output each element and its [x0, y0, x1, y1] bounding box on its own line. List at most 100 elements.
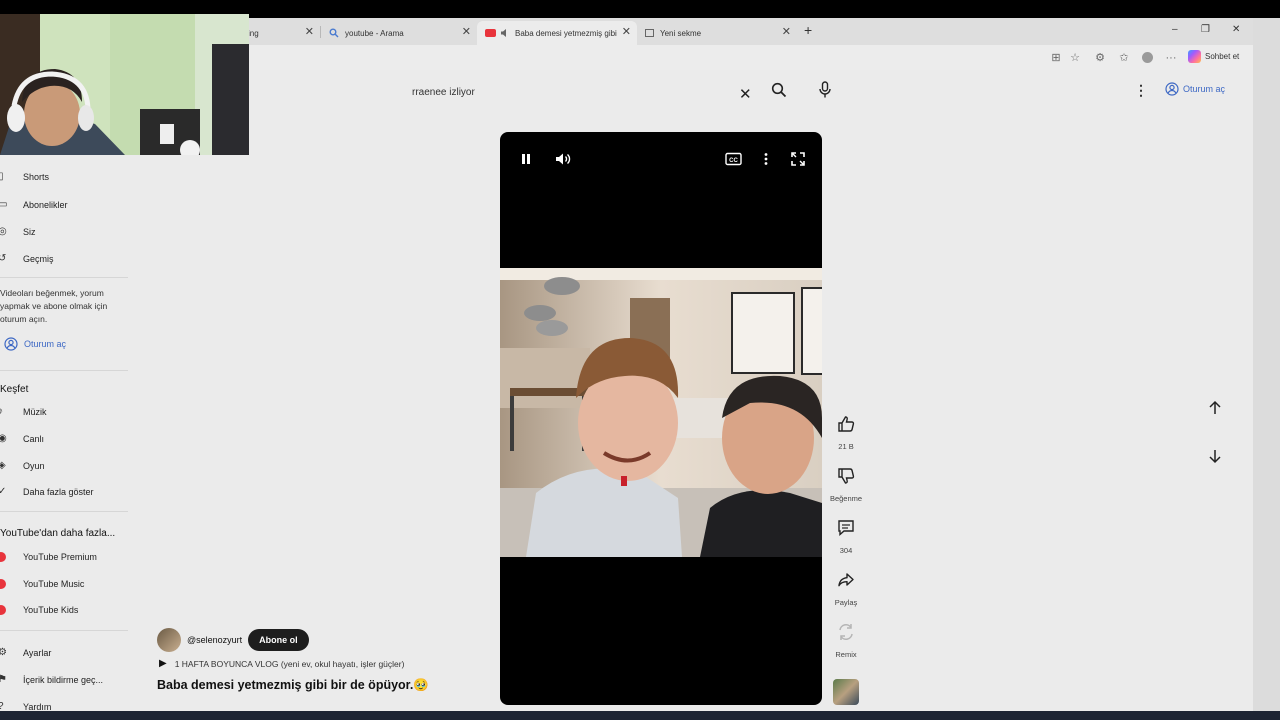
channel-name[interactable]: @selenozyurt — [187, 635, 242, 645]
sidebar-item-label: Oyun — [23, 461, 45, 471]
restore-button[interactable]: ❐ — [1201, 24, 1210, 35]
close-icon[interactable]: ✕ — [622, 26, 631, 38]
copilot-label: Sohbet et — [1205, 52, 1240, 61]
signin-button-top[interactable]: Oturum aç — [1165, 82, 1225, 96]
account-icon — [4, 337, 18, 351]
extension-icon[interactable]: ⚙ — [1093, 51, 1107, 65]
remix-button[interactable]: Remix — [826, 622, 866, 659]
sidebar-item-label: YouTube Music — [23, 579, 85, 589]
playlist-link[interactable]: ▶ 1 HAFTA BOYUNCA VLOG (yeni ev, okul ha… — [159, 658, 404, 669]
explore-heading: Keşfet — [0, 384, 29, 395]
comments-button[interactable]: 304 — [826, 518, 866, 555]
signin-prompt-line: Videoları beğenmek, yorum — [0, 288, 104, 298]
screen: ing ✕ youtube - Arama ✕ Baba demesi yetm… — [0, 0, 1280, 720]
video-title[interactable]: Baba demesi yetmezmiş gibi bir de öpüyor… — [157, 678, 429, 693]
tab-2-active[interactable]: Baba demesi yetmezmiş gibi ✕ — [477, 21, 637, 45]
signin-label: Oturum aç — [24, 339, 67, 349]
search-input[interactable] — [412, 87, 712, 98]
sidebar-item-label: Abonelikler — [23, 200, 68, 210]
more-options-icon[interactable]: ··· — [1164, 51, 1178, 65]
sidebar-divider — [0, 630, 128, 631]
favorite-star-icon[interactable]: ☆ — [1068, 51, 1082, 65]
sidebar-divider — [0, 370, 128, 371]
clear-search-icon[interactable]: ✕ — [739, 85, 752, 103]
microphone-icon[interactable] — [818, 81, 832, 99]
screen-edge — [1253, 0, 1280, 720]
sidebar: ▯ Shorts ▭ Abonelikler ◎ Siz ↺ Geçmiş Vi… — [0, 160, 128, 711]
youtube-music-icon — [0, 579, 6, 589]
sidebar-item-label: Canlı — [23, 434, 45, 444]
close-icon[interactable]: ✕ — [305, 26, 314, 38]
more-vert-icon[interactable]: ⋮ — [1134, 82, 1148, 99]
playlist-play-icon: ▶ — [159, 658, 167, 669]
pause-icon[interactable] — [519, 152, 533, 166]
you-icon: ◎ — [0, 226, 7, 237]
tab-3[interactable]: Yeni sekme ✕ — [637, 21, 797, 45]
sidebar-item-label: Ayarlar — [23, 648, 52, 658]
window-close-button[interactable]: ✕ — [1232, 24, 1240, 35]
video-frame-image — [500, 268, 822, 557]
captions-icon[interactable]: CC — [725, 152, 742, 166]
account-icon — [1165, 82, 1179, 96]
youtube-favicon-icon — [485, 29, 496, 37]
search-icon — [329, 28, 339, 38]
search-box: ✕ — [400, 78, 764, 110]
copilot-button[interactable]: Sohbet et — [1188, 50, 1239, 63]
app-available-icon[interactable]: ⊞ — [1049, 51, 1063, 65]
copilot-icon — [1188, 50, 1201, 63]
close-icon[interactable]: ✕ — [782, 26, 791, 38]
channel-avatar[interactable] — [157, 628, 181, 652]
sidebar-signin-button[interactable]: Oturum aç — [4, 337, 66, 351]
more-vert-icon[interactable] — [760, 152, 772, 166]
sidebar-item-label: Siz — [23, 227, 36, 237]
os-taskbar — [0, 711, 1280, 720]
signin-prompt-line: yapmak ve abone olmak için — [0, 301, 108, 311]
sidebar-item-label: Geçmiş — [23, 254, 54, 264]
tab-title: youtube - Arama — [345, 28, 404, 38]
music-icon: ♪ — [0, 406, 3, 417]
subscribe-button[interactable]: Abone ol — [248, 629, 309, 651]
new-tab-page-icon — [645, 29, 654, 37]
sidebar-divider — [0, 511, 128, 512]
share-button[interactable]: Paylaş — [826, 570, 866, 607]
chevron-down-icon: ✓ — [0, 486, 7, 497]
search-icon[interactable] — [771, 82, 787, 98]
close-icon[interactable]: ✕ — [462, 26, 471, 38]
youtube-page: ✕ ⋮ Oturum aç — [0, 70, 1253, 711]
more-from-youtube-heading: YouTube'dan daha fazla... — [0, 528, 116, 539]
sidebar-item-label: Yardım — [23, 702, 52, 711]
channel-row: @selenozyurt Abone ol — [157, 628, 309, 652]
sidebar-item-label: YouTube Kids — [23, 605, 79, 615]
tab-1[interactable]: youtube - Arama ✕ — [321, 21, 477, 45]
settings-icon: ⚙ — [0, 647, 7, 658]
tab-title: Baba demesi yetmezmiş gibi — [515, 28, 617, 38]
minimize-button[interactable]: – — [1172, 24, 1178, 35]
thumbs-up-icon — [838, 416, 855, 432]
screen-edge-top — [1253, 0, 1280, 18]
sidebar-item-label: Shorts — [23, 172, 50, 182]
arrow-up-icon[interactable] — [1205, 398, 1225, 418]
comment-count: 304 — [839, 546, 853, 555]
like-button[interactable]: 21 B — [826, 414, 866, 451]
tab-0[interactable]: ing ✕ — [240, 21, 320, 45]
help-icon: ? — [0, 702, 8, 712]
tab-title: Yeni sekme — [660, 28, 702, 38]
gaming-icon: ◈ — [0, 460, 6, 471]
svg-text:CC: CC — [729, 158, 738, 164]
speaker-icon[interactable] — [500, 28, 510, 38]
volume-icon[interactable] — [555, 152, 571, 166]
new-tab-button[interactable]: + — [804, 22, 812, 38]
fullscreen-icon[interactable] — [791, 152, 805, 166]
youtube-kids-icon — [0, 605, 6, 615]
arrow-down-icon[interactable] — [1205, 446, 1225, 466]
thumbs-down-icon — [838, 468, 855, 484]
shorts-video-player[interactable]: CC — [500, 132, 822, 705]
favorites-icon[interactable]: ✩ — [1117, 51, 1131, 65]
profile-icon[interactable] — [1140, 51, 1154, 65]
remix-label: Remix — [835, 650, 857, 659]
sound-button[interactable] — [826, 679, 866, 705]
dislike-button[interactable]: Beğenme — [826, 466, 866, 503]
sound-thumbnail-icon — [833, 679, 859, 705]
dislike-label: Beğenme — [829, 494, 863, 503]
sidebar-item-label: Müzik — [23, 407, 47, 417]
